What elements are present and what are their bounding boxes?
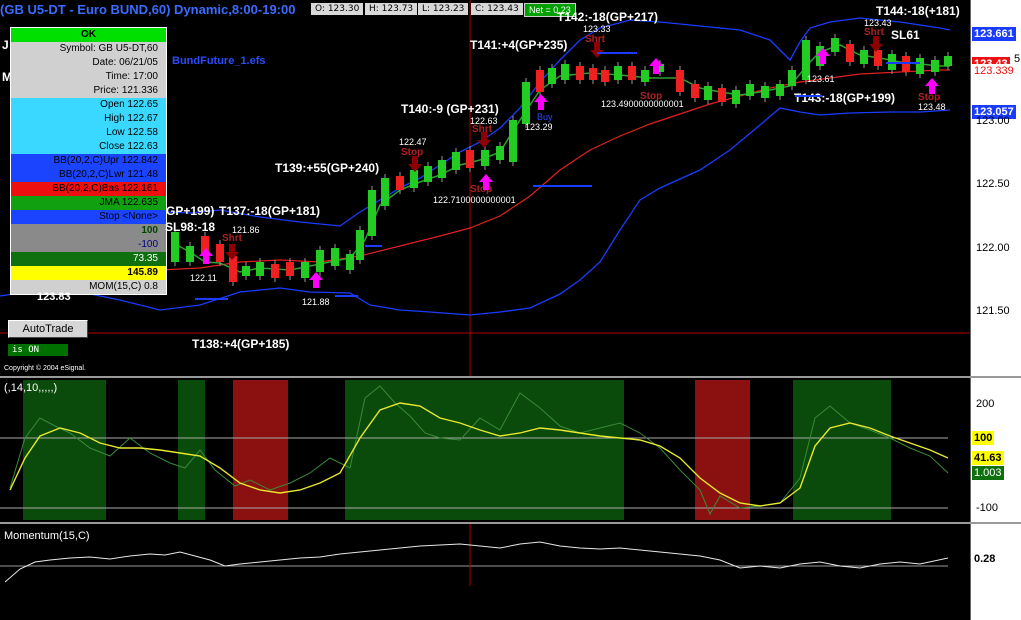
- osc-tick-minus100: -100: [976, 502, 999, 514]
- buy-arrow-icon: [649, 58, 663, 74]
- osc-band-red: [233, 380, 288, 520]
- badge-momentum: 0.28: [972, 552, 998, 566]
- badge-osc-yellow: 41.63: [972, 451, 1004, 465]
- oscillator-title: (,14,10,,,,,): [4, 382, 58, 394]
- badge-jma: 123.339: [972, 64, 1016, 78]
- date-label: 06/24: [806, 587, 834, 599]
- badge-osc-green: 1.003: [972, 466, 1004, 480]
- date-label: 06/20: [190, 587, 218, 599]
- date-label: 06/23: [652, 587, 680, 599]
- date-label: 06/21: [345, 587, 373, 599]
- buy-arrow-icon: [534, 94, 548, 110]
- badge-bb-upper: 123.661: [972, 27, 1016, 41]
- momentum-pane[interactable]: Momentum(15,C) 0.28: [0, 524, 998, 620]
- short-arrow-icon: [590, 42, 604, 58]
- osc-band-green: [345, 380, 624, 520]
- badge-osc-100: 100: [972, 431, 995, 445]
- buy-arrow-icon: [816, 48, 830, 64]
- momentum-title: Momentum(15,C): [4, 530, 90, 542]
- osc-band-green: [793, 380, 891, 520]
- buy-arrow-icon: [199, 248, 213, 264]
- short-arrow-icon: [869, 36, 883, 52]
- short-arrow-icon: [225, 244, 239, 260]
- short-arrow-icon: [477, 132, 491, 148]
- oscillator-svg: [0, 380, 949, 520]
- buy-arrow-icon: [309, 272, 323, 288]
- price-tick-1215: 121.50: [976, 305, 1010, 317]
- price-chart-pane[interactable]: (GB U5-DT - Euro BUND,60) Dynamic,8:00-1…: [0, 0, 1020, 376]
- osc-band-green: [178, 380, 205, 520]
- date-label: 06/17: [37, 587, 65, 599]
- price-tick-123: 123.00: [976, 115, 1010, 127]
- buy-arrow-icon: [479, 174, 493, 190]
- momentum-svg: [0, 524, 949, 586]
- stop-arrow-icon: [408, 156, 422, 172]
- date-label: 06/22: [498, 587, 526, 599]
- osc-band-green: [23, 380, 106, 520]
- oscillator-pane[interactable]: (,14,10,,,,,) 200 100 41.63 1.003 -100: [0, 378, 1004, 522]
- price-tick-1225: 122.50: [976, 178, 1010, 190]
- buy-arrow-icon: [925, 78, 939, 94]
- price-tick-122: 122.00: [976, 242, 1010, 254]
- axis-divider: [970, 0, 971, 620]
- momentum-line: [4, 541, 949, 583]
- osc-tick-200: 200: [976, 398, 995, 410]
- signal-arrows-svg: [195, 36, 939, 300]
